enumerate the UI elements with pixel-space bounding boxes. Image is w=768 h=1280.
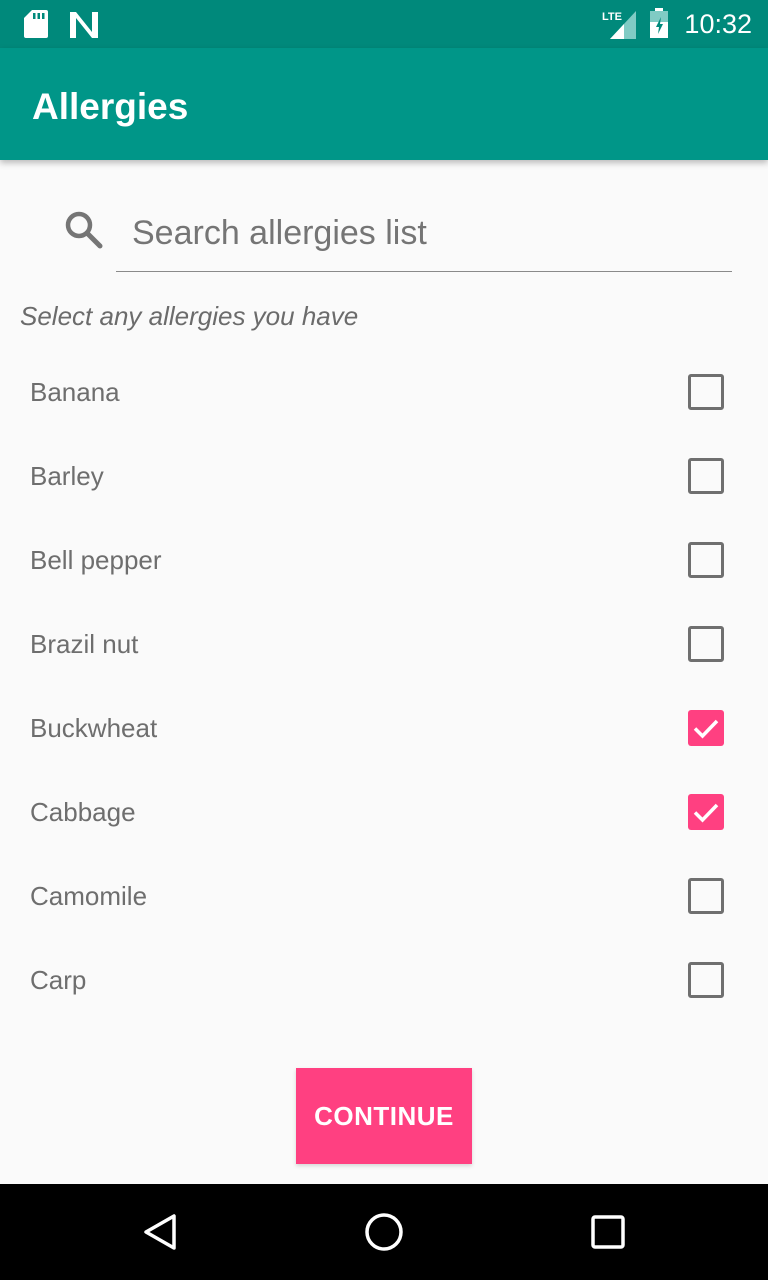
allergy-label: Cabbage [30, 797, 136, 827]
list-item[interactable]: Cabbage [0, 770, 768, 854]
search-input[interactable] [116, 196, 732, 272]
checkmark-icon [693, 719, 719, 739]
clock: 10:32 [684, 8, 752, 39]
allergy-label: Carp [30, 965, 87, 995]
checkbox[interactable] [688, 878, 724, 914]
back-icon[interactable] [136, 1208, 184, 1256]
checkbox-checked[interactable] [688, 710, 724, 746]
home-icon[interactable] [360, 1208, 408, 1256]
instruction-text: Select any allergies you have [20, 301, 359, 331]
allergy-list[interactable]: Avocado Banana Barley Bell pepper Brazil nut… [0, 340, 768, 1062]
allergy-label: Camomile [30, 881, 148, 911]
allergy-label: Barley [30, 461, 104, 491]
continue-button[interactable]: CONTINUE [296, 1068, 472, 1164]
list-item[interactable]: Bell pepper [0, 518, 768, 602]
list-item[interactable]: Carp [0, 938, 768, 1022]
list-item[interactable]: Barley [0, 434, 768, 518]
allergy-label: Banana [30, 377, 120, 407]
status-left-icons [22, 10, 122, 45]
list-item[interactable]: Brazil nut [0, 602, 768, 686]
checkbox-checked[interactable] [688, 794, 724, 830]
checkbox[interactable] [688, 626, 724, 662]
list-item[interactable]: Banana [0, 350, 768, 434]
checkbox[interactable] [688, 374, 724, 410]
checkmark-icon [693, 803, 719, 823]
recents-icon[interactable] [584, 1208, 632, 1256]
status-bar: LTE 10:32 [0, 0, 768, 48]
nav-bar [0, 1184, 768, 1280]
lte-signal-icon: LTE [602, 11, 637, 39]
allergy-label: Bell pepper [30, 545, 162, 575]
checkbox[interactable] [688, 542, 724, 578]
list-item[interactable]: Camomile [0, 854, 768, 938]
list-item[interactable]: Avocado [0, 340, 768, 350]
battery-icon [650, 8, 669, 38]
svg-text:LTE: LTE [602, 11, 622, 23]
search-icon [65, 211, 103, 249]
page-title: Allergies [32, 86, 189, 127]
allergy-label: Buckwheat [30, 713, 158, 743]
list-item[interactable]: Buckwheat [0, 686, 768, 770]
checkbox[interactable] [688, 962, 724, 998]
sd-card-icon [24, 10, 48, 38]
app-bar: Allergies [0, 48, 768, 160]
checkbox[interactable] [688, 458, 724, 494]
notification-n-icon [70, 12, 98, 38]
allergy-label: Brazil nut [30, 629, 139, 659]
status-right-icons: LTE 10:32 [602, 0, 752, 48]
